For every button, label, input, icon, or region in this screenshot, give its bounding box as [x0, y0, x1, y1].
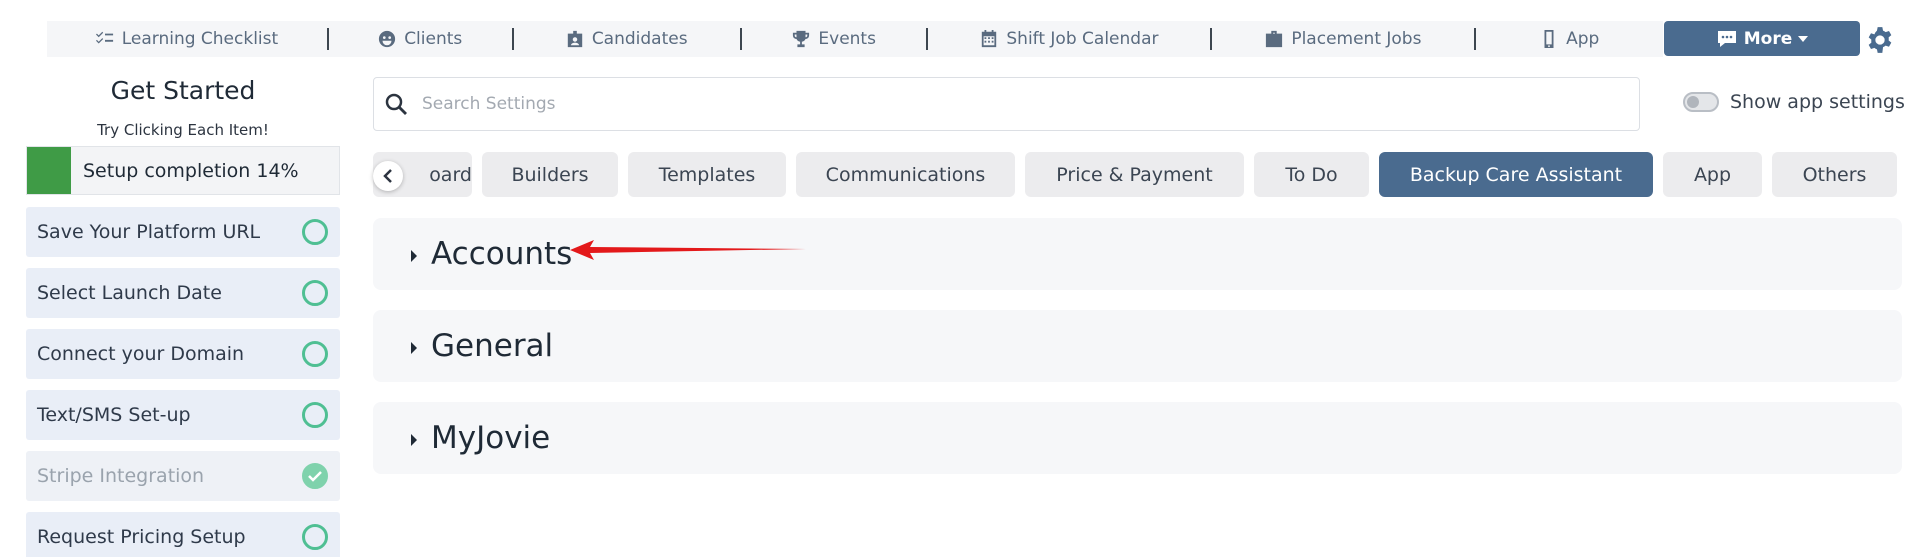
caret-right-icon [411, 342, 417, 354]
more-label: More [1743, 28, 1793, 49]
checklist-item-domain[interactable]: Connect your Domain [26, 329, 340, 379]
tab-label: To Do [1285, 163, 1338, 186]
settings-tabs: oard Builders Templates Communications P… [373, 152, 1902, 197]
section-general[interactable]: General [373, 310, 1902, 382]
checklist-item-label: Save Your Platform URL [37, 221, 261, 243]
checklist-item-stripe[interactable]: Stripe Integration [26, 451, 340, 501]
nav-placement-jobs[interactable]: Placement Jobs [1212, 21, 1474, 57]
show-app-settings-toggle[interactable]: Show app settings [1683, 91, 1905, 113]
nav-app[interactable]: App [1476, 21, 1663, 57]
toggle-label: Show app settings [1730, 91, 1905, 113]
tab-communications[interactable]: Communications [796, 152, 1015, 197]
setup-checklist: Save Your Platform URL Select Launch Dat… [26, 207, 340, 557]
phone-icon [1544, 30, 1554, 48]
checklist-item-label: Stripe Integration [37, 465, 205, 487]
progress-label: Setup completion 14% [83, 159, 299, 182]
trophy-icon [793, 30, 810, 48]
tab-label: Others [1802, 163, 1867, 186]
tab-label: App [1693, 163, 1732, 186]
annotation-arrow-icon [570, 240, 806, 260]
more-button[interactable]: More [1664, 21, 1860, 56]
nav-label: Learning Checklist [121, 29, 279, 49]
section-title: General [431, 328, 554, 364]
tab-label: Templates [658, 163, 756, 186]
nav-shift-job-calendar[interactable]: Shift Job Calendar [928, 21, 1210, 57]
checklist-item-pricing[interactable]: Request Pricing Setup [26, 512, 340, 557]
calendar-icon [982, 30, 997, 48]
checklist-item-label: Connect your Domain [37, 343, 245, 365]
search-input[interactable] [422, 94, 1522, 114]
checklist-item-label: Request Pricing Setup [37, 526, 246, 548]
nav-events[interactable]: Events [742, 21, 927, 57]
checklist-item-launch-date[interactable]: Select Launch Date [26, 268, 340, 318]
chevron-left-icon [383, 169, 392, 183]
badge-icon [567, 30, 583, 48]
tab-builders[interactable]: Builders [482, 152, 618, 197]
tab-label: Price & Payment [1056, 163, 1213, 186]
tabs-scroll-left-button[interactable] [373, 161, 403, 191]
tab-label: oard [429, 163, 472, 186]
section-myjovie[interactable]: MyJovie [373, 402, 1902, 474]
tab-label: Builders [511, 163, 589, 186]
checklist-item-platform-url[interactable]: Save Your Platform URL [26, 207, 340, 257]
get-started-title: Get Started [110, 76, 256, 105]
settings-gear-button[interactable] [1866, 26, 1894, 54]
incomplete-circle-icon [302, 402, 328, 428]
incomplete-circle-icon [302, 341, 328, 367]
check-circle-icon [302, 463, 328, 489]
section-title: MyJovie [431, 420, 551, 456]
checklist-item-label: Text/SMS Set-up [37, 404, 191, 426]
face-icon [379, 30, 396, 48]
tab-templates[interactable]: Templates [628, 152, 786, 197]
checklist-item-sms[interactable]: Text/SMS Set-up [26, 390, 340, 440]
tab-label: Backup Care Assistant [1409, 163, 1623, 186]
nav-label: Events [818, 29, 876, 49]
caret-right-icon [411, 434, 417, 446]
tab-label: Communications [825, 163, 986, 186]
search-box [373, 77, 1640, 131]
incomplete-circle-icon [302, 219, 328, 245]
comment-icon [1717, 30, 1736, 47]
nav-candidates[interactable]: Candidates [514, 21, 740, 57]
tab-others[interactable]: Others [1772, 152, 1897, 197]
nav-label: Clients [404, 29, 463, 49]
tab-app[interactable]: App [1663, 152, 1762, 197]
progress-fill [27, 147, 71, 194]
incomplete-circle-icon [302, 524, 328, 550]
nav-label: Placement Jobs [1291, 29, 1422, 49]
nav-clients[interactable]: Clients [329, 21, 512, 57]
setup-progress-bar: Setup completion 14% [26, 146, 340, 195]
tab-price-payment[interactable]: Price & Payment [1025, 152, 1244, 197]
nav-label: Shift Job Calendar [1006, 29, 1159, 49]
caret-down-icon [1798, 35, 1809, 42]
nav-label: Candidates [591, 29, 688, 49]
incomplete-circle-icon [302, 280, 328, 306]
nav-label: App [1566, 29, 1600, 49]
toggle-switch[interactable] [1683, 92, 1719, 112]
tab-todo[interactable]: To Do [1254, 152, 1369, 197]
tab-backup-care-assistant[interactable]: Backup Care Assistant [1379, 152, 1653, 197]
gear-icon [1868, 27, 1892, 53]
briefcase-icon [1266, 30, 1283, 48]
checklist-icon [95, 31, 113, 44]
top-navigation: Learning Checklist Clients Candidates Ev… [47, 21, 1663, 57]
checklist-item-label: Select Launch Date [37, 282, 222, 304]
search-icon [385, 93, 407, 115]
nav-learning-checklist[interactable]: Learning Checklist [47, 21, 327, 57]
get-started-subtitle: Try Clicking Each Item! [97, 121, 269, 139]
caret-right-icon [411, 250, 417, 262]
section-title: Accounts [431, 236, 573, 272]
